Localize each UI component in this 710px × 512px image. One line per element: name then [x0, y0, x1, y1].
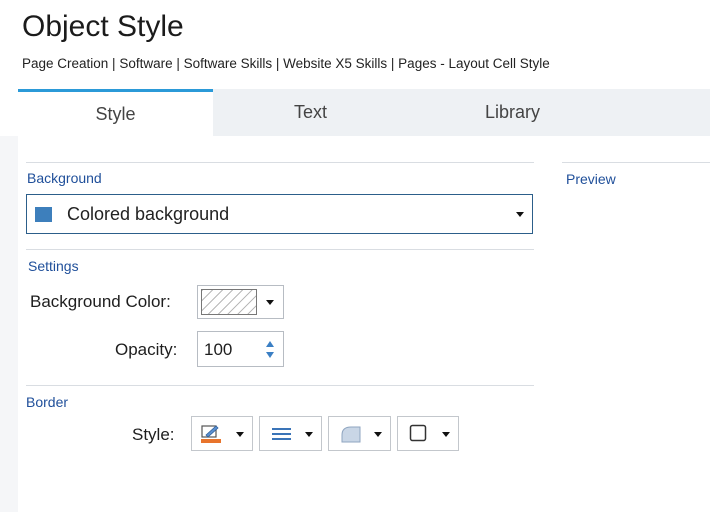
corner-radius-button[interactable] [328, 416, 391, 451]
background-type-select[interactable]: Colored background [26, 194, 533, 234]
border-color-button[interactable] [191, 416, 253, 451]
background-color-label: Background Color: [30, 292, 171, 311]
corner-radius-icon [341, 425, 361, 443]
spinner-up-icon[interactable] [266, 341, 274, 347]
divider [26, 162, 534, 163]
chevron-down-icon [305, 432, 313, 437]
shadow-box-icon [409, 424, 428, 443]
transparent-color-swatch-icon [201, 289, 257, 315]
opacity-label: Opacity: [115, 340, 178, 359]
chevron-down-icon [374, 432, 382, 437]
shadow-button[interactable] [397, 416, 459, 451]
preview-section-label: Preview [566, 171, 616, 187]
tab-text[interactable]: Text [213, 89, 408, 136]
divider [26, 249, 534, 250]
border-style-label: Style: [132, 425, 175, 444]
opacity-value[interactable]: 100 [204, 340, 232, 360]
tab-library[interactable]: Library [415, 89, 610, 136]
background-type-value: Colored background [67, 203, 230, 224]
chevron-down-icon [442, 432, 450, 437]
divider [562, 162, 710, 163]
color-swatch-icon [35, 206, 52, 222]
chevron-down-icon [266, 299, 274, 305]
background-color-picker[interactable] [197, 285, 284, 319]
tab-bar: Style Text Library [18, 89, 710, 136]
chevron-down-icon [516, 211, 524, 217]
background-section-label: Background [27, 170, 102, 186]
window-title: Object Style [22, 10, 184, 43]
spinner-down-icon[interactable] [266, 352, 274, 358]
border-line-style-icon [272, 427, 292, 441]
divider [26, 385, 534, 386]
breadcrumb: Page Creation | Software | Software Skil… [22, 56, 550, 71]
opacity-stepper[interactable]: 100 [197, 331, 284, 367]
tab-style[interactable]: Style [18, 89, 213, 136]
border-line-style-button[interactable] [259, 416, 322, 451]
border-section-label: Border [26, 394, 69, 410]
border-color-icon [201, 424, 223, 444]
settings-section-label: Settings [28, 258, 79, 274]
chevron-down-icon [236, 432, 244, 437]
left-gutter [0, 136, 18, 512]
